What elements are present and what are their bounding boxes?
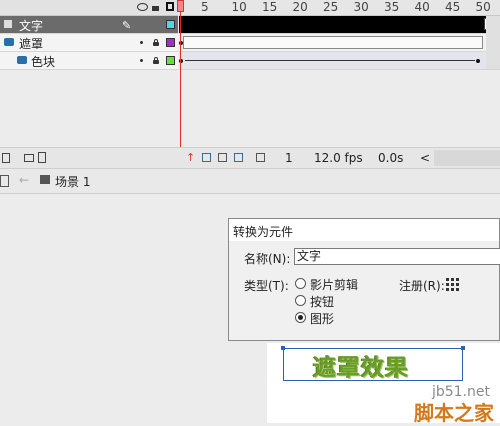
ruler-number: 35 <box>384 0 400 14</box>
playhead-handle[interactable] <box>177 0 184 12</box>
keyframe-dot <box>476 59 480 63</box>
timeline-hscroll[interactable] <box>434 150 500 166</box>
scene-icon <box>40 175 50 184</box>
timeline-footer: ↑ 1 12.0 fps 0.0s < <box>0 147 500 168</box>
layer-row-color-block[interactable]: 色块 <box>0 52 178 70</box>
selection-handle[interactable] <box>461 346 465 350</box>
playhead[interactable] <box>180 0 181 147</box>
frame-track-text[interactable] <box>179 16 500 34</box>
layer-name[interactable]: 色块 <box>31 53 55 70</box>
lock-icon[interactable] <box>153 39 159 46</box>
layer-name[interactable]: 遮罩 <box>19 35 43 52</box>
type-radio-movieclip[interactable] <box>295 278 306 289</box>
scene-label[interactable]: 场景 1 <box>55 173 90 190</box>
layer-color-swatch[interactable] <box>166 20 175 29</box>
dialog-titlebar[interactable]: 转换为元件 <box>229 219 499 241</box>
new-layer-icon[interactable] <box>2 153 10 163</box>
scroll-left-icon[interactable]: < <box>420 151 430 165</box>
ruler-number: 45 <box>445 0 461 14</box>
watermark-brand: 脚本之家 <box>414 401 494 425</box>
selection-box[interactable] <box>283 348 463 381</box>
ruler-number: 30 <box>353 0 369 14</box>
frame-track-mask[interactable] <box>179 34 500 52</box>
registration-grid[interactable] <box>446 278 459 291</box>
ruler-number: 50 <box>475 0 491 14</box>
tween-arrow <box>185 60 475 61</box>
elapsed-time: 0.0s <box>378 151 404 165</box>
registration-label: 注册(R): <box>399 279 445 293</box>
symbol-name-input[interactable]: 文字 <box>294 248 500 265</box>
layer-color-swatch[interactable] <box>166 56 175 65</box>
type-option-label[interactable]: 图形 <box>310 310 334 327</box>
ruler-number: 10 <box>231 0 247 14</box>
type-radio-button[interactable] <box>295 295 306 306</box>
back-arrow-icon[interactable]: ← <box>19 173 29 187</box>
frame-rate: 12.0 fps <box>314 151 363 165</box>
ruler-number: 20 <box>292 0 308 14</box>
frame-track-color-block[interactable] <box>179 52 500 70</box>
mask-layer-icon <box>4 38 14 46</box>
ruler-number: 25 <box>323 0 339 14</box>
timeline-scrollbar[interactable] <box>486 16 500 69</box>
onion-markers-icon[interactable] <box>256 153 265 162</box>
outline-icon[interactable] <box>166 2 174 11</box>
delete-icon[interactable] <box>38 152 46 163</box>
type-label: 类型(T): <box>244 279 289 293</box>
ruler-number: 15 <box>262 0 278 14</box>
timeline-toggle-icon[interactable] <box>0 175 9 187</box>
name-label: 名称(N): <box>244 252 291 266</box>
masked-layer-icon <box>17 56 27 64</box>
visibility-dot[interactable] <box>140 59 143 62</box>
selection-handle[interactable] <box>281 346 285 350</box>
eye-icon[interactable] <box>137 3 148 11</box>
edit-bar: ← 场景 1 <box>0 168 500 194</box>
visibility-dot[interactable] <box>140 41 143 44</box>
center-frame-icon[interactable]: ↑ <box>186 151 195 164</box>
convert-to-symbol-dialog: 转换为元件 名称(N): 文字 类型(T): 影片剪辑 按钮 图形 注册(R): <box>228 218 500 341</box>
layer-color-swatch[interactable] <box>166 38 175 47</box>
type-radio-graphic[interactable] <box>295 312 306 323</box>
lock-icon[interactable] <box>152 6 159 11</box>
lock-icon[interactable] <box>153 57 159 64</box>
layer-normal-icon <box>4 20 12 28</box>
edit-frames-icon[interactable] <box>234 153 243 162</box>
dialog-title: 转换为元件 <box>233 225 294 239</box>
onion-outline-icon[interactable] <box>218 153 227 162</box>
type-option-label[interactable]: 影片剪辑 <box>310 276 358 293</box>
frame-ruler[interactable]: 5 10 15 20 25 30 35 40 45 50 <box>179 0 500 16</box>
layer-row-text[interactable]: 文字 ✎ <box>0 16 178 34</box>
new-folder-icon[interactable] <box>24 154 34 162</box>
ruler-number: 40 <box>414 0 430 14</box>
layer-header <box>0 0 178 16</box>
layer-name[interactable]: 文字 <box>19 17 43 34</box>
ruler-number: 5 <box>201 0 209 14</box>
stage-preview[interactable]: 遮罩效果 jb51.net 脚本之家 <box>267 343 500 425</box>
type-option-label[interactable]: 按钮 <box>310 293 334 310</box>
frame-span <box>183 36 483 49</box>
pencil-icon: ✎ <box>122 19 132 32</box>
onion-skin-icon[interactable] <box>202 153 211 162</box>
layer-row-mask[interactable]: 遮罩 <box>0 34 178 52</box>
current-frame: 1 <box>285 151 293 165</box>
